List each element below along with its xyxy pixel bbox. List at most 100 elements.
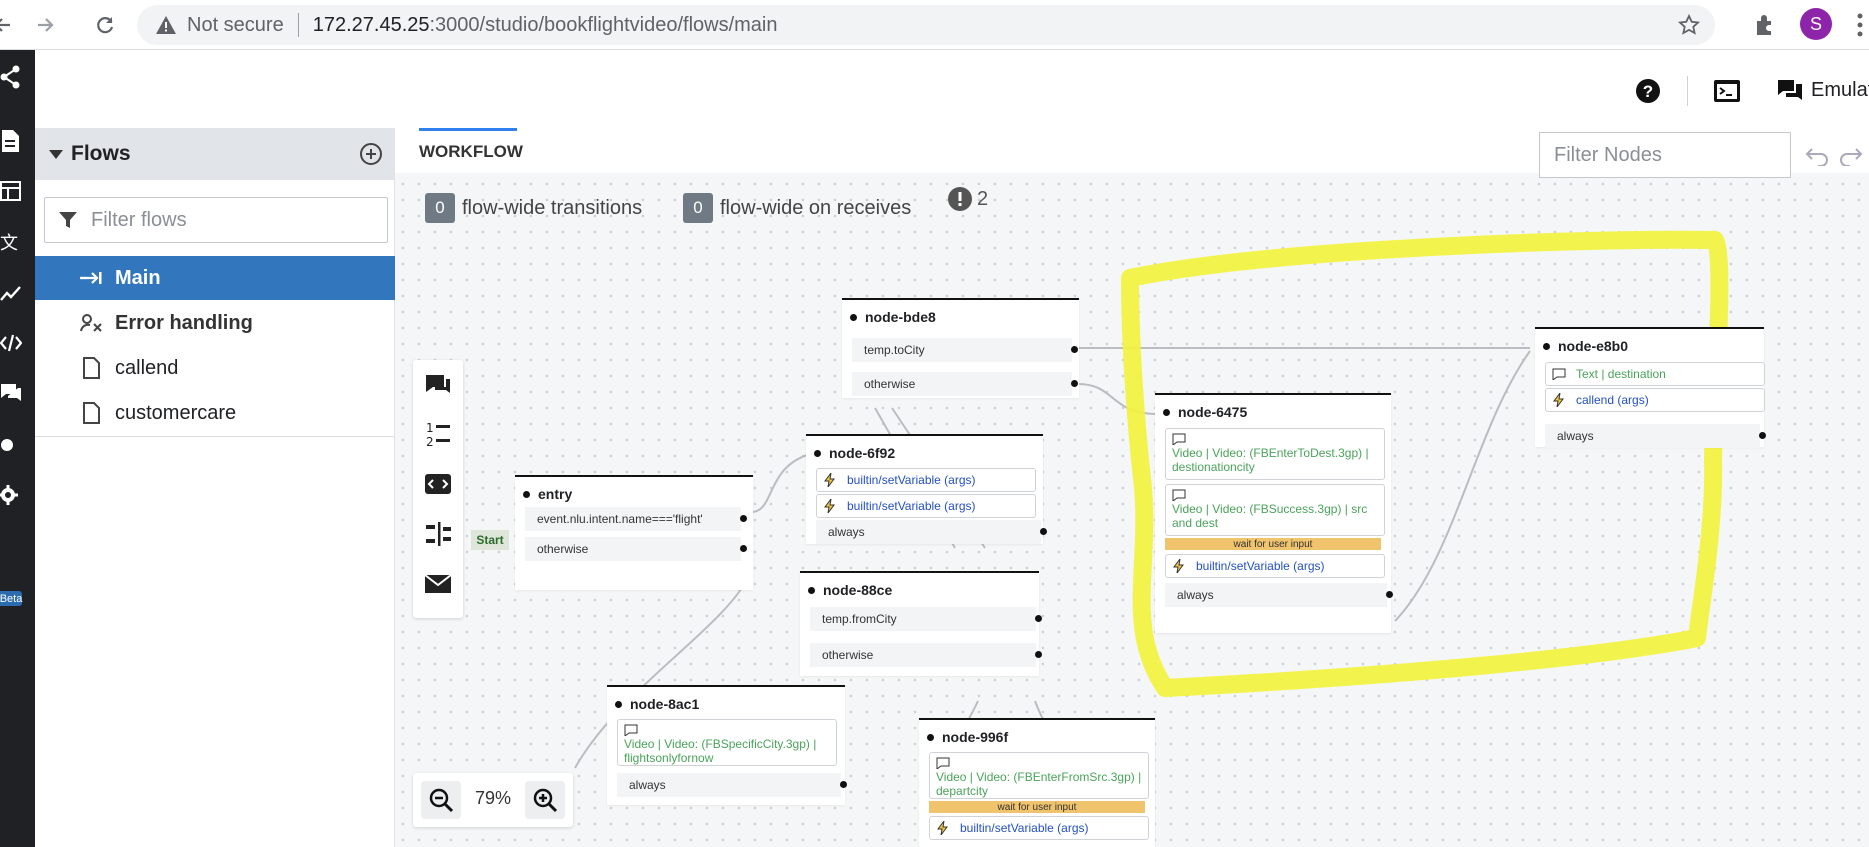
input-port[interactable] [523,490,530,498]
action-item[interactable]: builtin/setVariable (args) [929,816,1149,840]
transition-row[interactable]: temp.fromCity [810,607,1042,631]
transition-row[interactable]: otherwise [852,372,1078,396]
router-node-icon[interactable] [422,518,454,550]
funnel-icon [59,212,77,228]
forward-icon[interactable] [28,8,62,42]
transition-row[interactable]: always [816,520,1047,544]
standard-node-icon[interactable] [422,368,454,400]
extensions-icon[interactable] [1752,12,1778,38]
transition-row[interactable]: always [617,773,847,797]
flow-item-label: callend [115,356,179,379]
say-item[interactable]: Text | destination [1545,362,1765,386]
node-e8b0[interactable]: node-e8b0 Text | destination callend (ar… [1535,327,1766,448]
workflow-canvas[interactable]: WORKFLOW Filter Nodes 0 flow-wide transi… [395,128,1869,847]
filter-flows-input[interactable]: Filter flows [44,197,388,243]
say-something-icon[interactable] [422,568,454,600]
output-port[interactable] [1071,380,1078,387]
say-item[interactable]: Video | Video: (FBSpecificCity.3gp) | fl… [617,719,837,766]
flows-header[interactable]: Flows [35,128,395,180]
emulator-button[interactable]: Emulator [1777,72,1869,108]
warnings-indicator[interactable]: 2 [947,186,988,212]
back-icon[interactable] [0,8,20,42]
code-icon[interactable] [0,330,22,356]
redo-icon[interactable] [1837,144,1863,166]
output-port[interactable] [840,781,847,788]
content-icon[interactable] [0,128,22,154]
list-node-icon[interactable]: 12 [422,418,454,450]
flow-item-callend[interactable]: callend [35,346,395,390]
action-item[interactable]: builtin/setVariable (args) [816,494,1036,518]
sidebar-divider [35,436,395,437]
node-title: node-88ce [808,582,892,598]
flow-item-label: Error handling [115,311,253,334]
flow-item-customercare[interactable]: customercare [35,391,395,435]
filter-flows-placeholder: Filter flows [91,208,187,231]
flow-item-main[interactable]: Main [35,256,395,300]
zoom-out-button[interactable] [421,781,461,819]
emulator-icon [1778,80,1802,100]
input-port[interactable] [927,733,934,741]
output-port[interactable] [740,515,747,522]
transition-row[interactable]: always [1545,424,1766,448]
layout-icon[interactable] [0,178,22,204]
flow-wide-transitions[interactable]: 0 flow-wide transitions [425,193,642,223]
node-996f[interactable]: node-996f Video | Video: (FBEnterFromSrc… [919,718,1155,847]
browser-menu-icon[interactable] [1852,10,1869,40]
undo-icon[interactable] [1805,144,1831,166]
input-port[interactable] [850,313,857,321]
filter-nodes-input[interactable]: Filter Nodes [1539,132,1791,178]
action-item[interactable]: builtin/setVariable (args) [816,468,1036,492]
transition-row[interactable]: temp.toCity [852,338,1078,362]
transition-row[interactable]: otherwise [525,537,747,561]
nlu-icon[interactable] [0,432,22,458]
input-port[interactable] [1543,342,1550,350]
action-item[interactable]: builtin/setVariable (args) [1165,554,1385,578]
output-port[interactable] [1035,615,1042,622]
header-separator [1687,76,1688,106]
qna-icon[interactable] [0,380,22,406]
input-port[interactable] [808,586,815,594]
tab-workflow[interactable]: WORKFLOW [419,128,523,166]
translate-icon[interactable]: 文 [0,230,22,256]
node-8ac1[interactable]: node-8ac1 Video | Video: (FBSpecificCity… [607,685,847,805]
analytics-icon[interactable] [0,280,22,306]
output-port[interactable] [1759,432,1766,439]
transition-row[interactable]: event.nlu.intent.name==='flight' [525,507,747,531]
node-bde8[interactable]: node-bde8 temp.toCity otherwise [842,298,1079,398]
node-6475[interactable]: node-6475 Video | Video: (FBEnterToDest.… [1155,393,1393,633]
share-icon[interactable] [0,64,22,90]
help-icon[interactable]: ? [1635,78,1661,104]
flow-wide-on-receives[interactable]: 0 flow-wide on receives [683,193,911,223]
add-flow-icon[interactable] [359,142,383,166]
bookmark-star-icon[interactable] [1677,13,1701,37]
address-separator [297,13,299,37]
say-item[interactable]: Video | Video: (FBSuccess.3gp) | src and… [1165,484,1385,536]
input-port[interactable] [814,449,821,457]
output-port[interactable] [1386,591,1393,598]
caret-down-icon[interactable] [49,149,63,159]
output-port[interactable] [1040,528,1047,535]
node-entry[interactable]: entry event.nlu.intent.name==='flight' o… [515,475,753,590]
console-icon[interactable] [1713,79,1741,103]
zoom-in-button[interactable] [525,781,565,819]
transition-row[interactable]: always [1165,583,1393,607]
flow-item-error-handling[interactable]: Error handling [35,301,395,345]
node-6f92[interactable]: node-6f92 builtin/setVariable (args) bui… [806,434,1047,544]
settings-gear-icon[interactable] [0,482,22,508]
node-88ce[interactable]: node-88ce temp.fromCity otherwise [800,571,1042,676]
skill-node-icon[interactable] [422,468,454,500]
reload-icon[interactable] [88,8,122,42]
output-port[interactable] [740,545,747,552]
output-port[interactable] [1035,651,1042,658]
transition-row[interactable]: otherwise [810,643,1042,667]
say-item[interactable]: Video | Video: (FBEnterToDest.3gp) | des… [1165,428,1385,480]
input-port[interactable] [615,700,622,708]
profile-avatar[interactable]: S [1800,8,1832,40]
studio-icon-rail: 文 Beta [0,50,35,847]
say-item[interactable]: Video | Video: (FBEnterFromSrc.3gp) | de… [929,752,1149,799]
input-port[interactable] [1163,408,1170,416]
address-bar[interactable]: Not secure 172.27.45.25 :3000/studio/boo… [137,5,1715,45]
action-item[interactable]: callend (args) [1545,388,1765,412]
output-port[interactable] [1071,346,1078,353]
node-tool-palette: 12 [413,360,463,618]
